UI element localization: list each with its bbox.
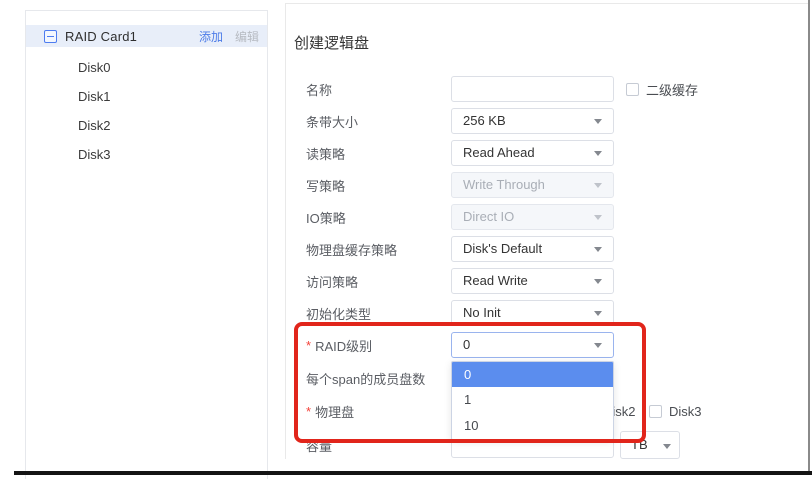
raid-level-label: * RAID级别 xyxy=(306,336,451,355)
secondary-cache-check: 二级缓存 xyxy=(626,80,698,99)
dropdown-option-10[interactable]: 10 xyxy=(452,413,613,439)
form-row-disk-cache-policy: 物理盘缓存策略 Disk's Default xyxy=(306,236,804,262)
span-members-label: 每个span的成员盘数 xyxy=(306,369,451,388)
form-row-stripe-size: 条带大小 256 KB xyxy=(306,108,804,134)
io-policy-value: Direct IO xyxy=(463,209,514,224)
init-type-select[interactable]: No Init xyxy=(451,300,614,326)
page-title: 创建逻辑盘 xyxy=(294,32,369,53)
capacity-unit-value: TB xyxy=(631,437,648,452)
read-policy-select[interactable]: Read Ahead xyxy=(451,140,614,166)
raid-card-label: RAID Card1 xyxy=(65,29,137,44)
form-row-write-policy: 写策略 Write Through xyxy=(306,172,804,198)
read-policy-value: Read Ahead xyxy=(463,145,535,160)
secondary-cache-label: 二级缓存 xyxy=(646,80,698,99)
form-row-init-type: 初始化类型 No Init xyxy=(306,300,804,326)
form-row-name: 名称 二级缓存 xyxy=(306,76,804,102)
init-type-value: No Init xyxy=(463,305,501,320)
disk3-check-item: Disk3 xyxy=(649,404,715,419)
disk3-label: Disk3 xyxy=(669,404,702,419)
tree-node-disk1[interactable]: Disk1 xyxy=(26,82,267,111)
physical-disks-label-text: 物理盘 xyxy=(315,402,354,421)
chevron-down-icon xyxy=(594,215,602,220)
chevron-down-icon xyxy=(663,444,671,449)
capacity-unit-select[interactable]: TB xyxy=(620,431,680,459)
raid-tree-sidebar: RAID Card1 添加 编辑 Disk0 Disk1 Disk2 Disk3 xyxy=(25,10,268,479)
raid-config-screen: RAID Card1 添加 编辑 Disk0 Disk1 Disk2 Disk3… xyxy=(0,0,812,479)
tree-node-disk2[interactable]: Disk2 xyxy=(26,111,267,140)
tree-node-disk0[interactable]: Disk0 xyxy=(26,53,267,82)
disk-cache-policy-label: 物理盘缓存策略 xyxy=(306,240,451,259)
create-logical-disk-panel: 创建逻辑盘 名称 二级缓存 条带大小 256 KB 读策略 Read Ahead xyxy=(285,3,809,459)
chevron-down-icon xyxy=(594,343,602,348)
form-row-read-policy: 读策略 Read Ahead xyxy=(306,140,804,166)
secondary-cache-checkbox[interactable] xyxy=(626,83,639,96)
disk3-checkbox[interactable] xyxy=(649,405,662,418)
tree-node-raid-card[interactable]: RAID Card1 添加 编辑 xyxy=(26,25,267,47)
dropdown-option-1[interactable]: 1 xyxy=(452,387,613,413)
tree-actions: 添加 编辑 xyxy=(199,28,259,45)
disk-cache-policy-select[interactable]: Disk's Default xyxy=(451,236,614,262)
chevron-down-icon xyxy=(594,311,602,316)
raid-level-select[interactable]: 0 xyxy=(451,332,614,358)
capacity-label: 容量 xyxy=(306,436,451,455)
disk-list: Disk0 Disk1 Disk2 Disk3 xyxy=(26,53,267,169)
form-row-io-policy: IO策略 Direct IO xyxy=(306,204,804,230)
name-input[interactable] xyxy=(451,76,614,102)
physical-disks-label: * 物理盘 xyxy=(306,402,451,421)
required-asterisk: * xyxy=(306,404,311,419)
collapse-minus-icon[interactable] xyxy=(44,30,57,43)
raid-level-label-text: RAID级别 xyxy=(315,336,372,355)
read-policy-label: 读策略 xyxy=(306,144,451,163)
chevron-down-icon xyxy=(594,183,602,188)
stripe-size-value: 256 KB xyxy=(463,113,506,128)
image-right-border xyxy=(808,0,810,471)
stripe-size-select[interactable]: 256 KB xyxy=(451,108,614,134)
form-row-access-policy: 访问策略 Read Write xyxy=(306,268,804,294)
io-policy-select: Direct IO xyxy=(451,204,614,230)
dropdown-option-0[interactable]: 0 xyxy=(452,362,613,387)
chevron-down-icon xyxy=(594,247,602,252)
name-label: 名称 xyxy=(306,80,451,99)
raid-level-value: 0 xyxy=(463,337,470,352)
tree-node-disk3[interactable]: Disk3 xyxy=(26,140,267,169)
raid-level-dropdown-list: 0 1 10 xyxy=(451,361,614,440)
stripe-size-label: 条带大小 xyxy=(306,112,451,131)
required-asterisk: * xyxy=(306,338,311,353)
image-bottom-border xyxy=(14,471,812,475)
init-type-label: 初始化类型 xyxy=(306,304,451,323)
disk-cache-policy-value: Disk's Default xyxy=(463,241,542,256)
access-policy-select[interactable]: Read Write xyxy=(451,268,614,294)
chevron-down-icon xyxy=(594,279,602,284)
chevron-down-icon xyxy=(594,151,602,156)
write-policy-label: 写策略 xyxy=(306,176,451,195)
add-link[interactable]: 添加 xyxy=(199,28,223,45)
chevron-down-icon xyxy=(594,119,602,124)
access-policy-label: 访问策略 xyxy=(306,272,451,291)
write-policy-value: Write Through xyxy=(463,177,545,192)
form-row-raid-level: * RAID级别 0 xyxy=(306,332,804,358)
access-policy-value: Read Write xyxy=(463,273,528,288)
io-policy-label: IO策略 xyxy=(306,208,451,227)
write-policy-select: Write Through xyxy=(451,172,614,198)
edit-link[interactable]: 编辑 xyxy=(235,28,259,45)
